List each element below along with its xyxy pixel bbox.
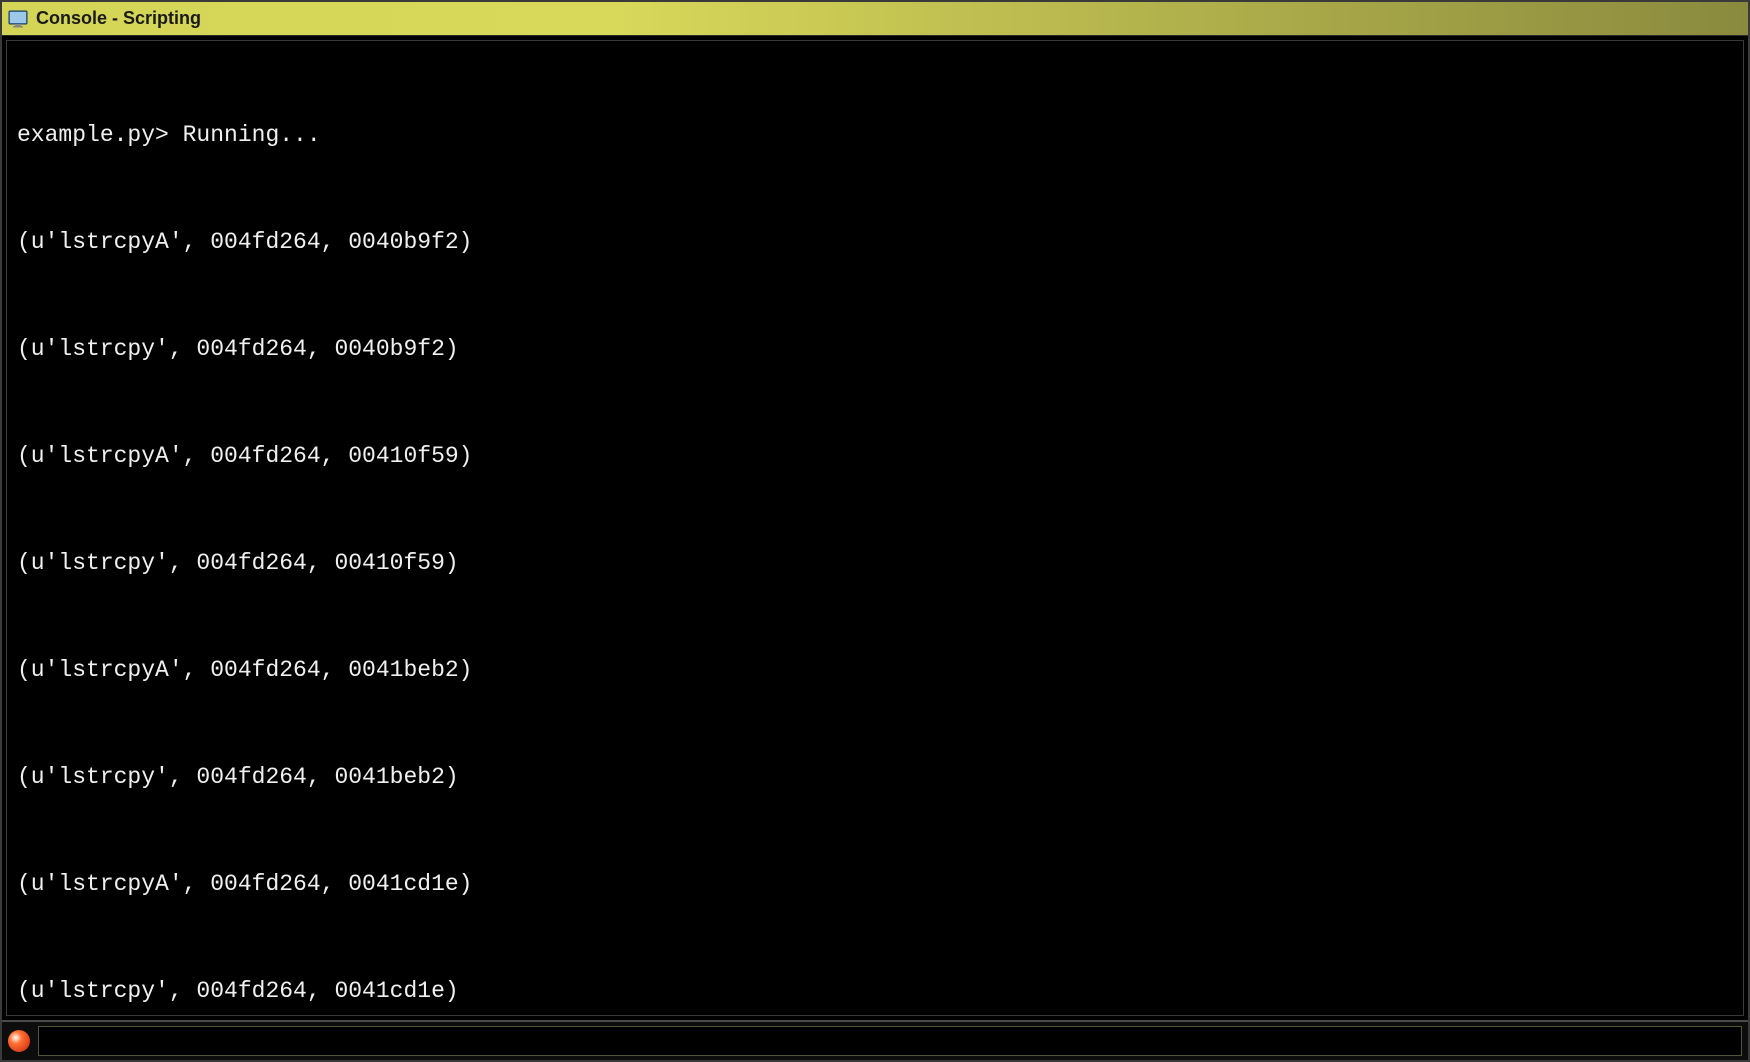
console-line: (u'lstrcpy', 004fd264, 0041cd1e): [17, 974, 1733, 1010]
title-bar[interactable]: Console - Scripting: [2, 2, 1748, 36]
status-bar: [2, 1020, 1748, 1060]
console-prompt-line: example.py> Running...: [17, 118, 1733, 154]
console-line: (u'lstrcpyA', 004fd264, 0041cd1e): [17, 867, 1733, 903]
command-input[interactable]: [38, 1026, 1742, 1056]
console-line: (u'lstrcpy', 004fd264, 0041beb2): [17, 760, 1733, 796]
console-line: (u'lstrcpyA', 004fd264, 0041beb2): [17, 653, 1733, 689]
status-indicator-icon[interactable]: [8, 1030, 30, 1052]
console-line: (u'lstrcpyA', 004fd264, 0040b9f2): [17, 225, 1733, 261]
console-output[interactable]: example.py> Running... (u'lstrcpyA', 004…: [6, 40, 1744, 1016]
console-line: (u'lstrcpy', 004fd264, 00410f59): [17, 546, 1733, 582]
console-line: (u'lstrcpyA', 004fd264, 00410f59): [17, 439, 1733, 475]
console-icon: [8, 10, 28, 28]
console-window: Console - Scripting example.py> Running.…: [2, 2, 1748, 1060]
console-line: (u'lstrcpy', 004fd264, 0040b9f2): [17, 332, 1733, 368]
window-title: Console - Scripting: [36, 8, 201, 29]
